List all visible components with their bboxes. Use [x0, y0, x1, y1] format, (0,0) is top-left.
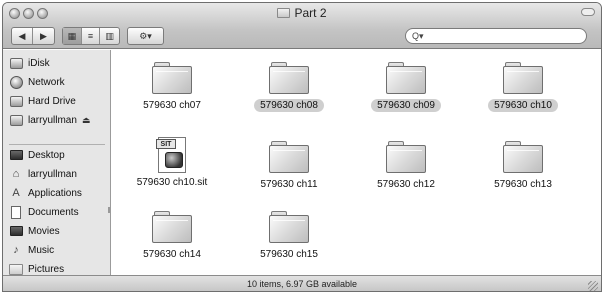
sidebar-item-idisk[interactable]: iDisk — [9, 54, 107, 72]
folder-icon — [386, 141, 426, 173]
view-mode-group: ▦ ≡ ▥ — [62, 27, 120, 45]
item-label: 579630 ch13 — [494, 179, 552, 190]
sidebar-item-movies[interactable]: Movies — [9, 222, 107, 240]
column-view-button[interactable]: ▥ — [100, 28, 119, 44]
gear-icon: ⚙▾ — [139, 30, 152, 41]
folder-item[interactable]: 579630 ch09 — [350, 62, 462, 112]
item-label: 579630 ch12 — [377, 179, 435, 190]
sidebar-resize-handle[interactable] — [108, 207, 110, 213]
folder-item[interactable]: 579630 ch15 — [233, 211, 345, 261]
folder-icon — [269, 211, 309, 243]
archive-badge: SIT — [156, 139, 176, 149]
sidebar-item-hard-drive[interactable]: Hard Drive — [9, 92, 107, 110]
eject-icon[interactable]: ⏏ — [82, 115, 91, 126]
forward-button[interactable]: ▶ — [33, 28, 54, 44]
sidebar-item-label: Movies — [28, 225, 60, 237]
icon-view-button[interactable]: ▦ — [63, 28, 82, 44]
desktop-icon — [9, 149, 23, 162]
resize-grip-icon[interactable] — [588, 281, 598, 291]
applications-icon: A — [12, 187, 20, 199]
file-icon-grid: 579630 ch07 579630 ch08 579630 ch09 5796… — [112, 50, 601, 275]
folder-item[interactable]: 579630 ch14 — [116, 211, 228, 261]
window-title: Part 2 — [294, 6, 327, 20]
sidebar-item-label: Pictures — [28, 263, 65, 275]
sidebar-item-applications[interactable]: A Applications — [9, 184, 107, 202]
sidebar-item-label: Network — [28, 76, 65, 88]
list-view-button[interactable]: ≡ — [82, 28, 101, 44]
sidebar-divider — [9, 144, 105, 145]
sidebar-item-music[interactable]: ♪ Music — [9, 241, 107, 259]
item-label: 579630 ch10.sit — [136, 177, 208, 188]
sidebar-item-label: larryullman — [28, 168, 77, 180]
back-arrow-icon: ◀ — [18, 30, 26, 41]
item-label: 579630 ch15 — [260, 249, 318, 260]
list-view-icon: ≡ — [87, 31, 94, 41]
toolbar-toggle-button[interactable] — [581, 8, 595, 16]
item-label: 579630 ch07 — [143, 100, 201, 111]
item-label: 579630 ch14 — [143, 249, 201, 260]
item-label: 579630 ch11 — [260, 179, 318, 190]
hard-drive-icon — [9, 95, 23, 108]
sidebar-item-larryullman-disk[interactable]: larryullman ⏏ — [9, 111, 107, 129]
sidebar-item-home[interactable]: ⌂ larryullman — [9, 165, 107, 183]
sidebar-item-label: Desktop — [28, 149, 65, 161]
status-bar: 10 items, 6.97 GB available — [3, 275, 601, 291]
item-label: 579630 ch08 — [254, 99, 324, 112]
pictures-icon — [9, 263, 23, 276]
folder-item[interactable]: 579630 ch12 — [350, 141, 462, 191]
sidebar-item-label: Documents — [28, 206, 79, 218]
action-menu-group: ⚙▾ — [127, 27, 164, 45]
network-icon — [9, 75, 23, 89]
item-label: 579630 ch10 — [488, 99, 558, 112]
column-view-icon: ▥ — [105, 30, 114, 41]
sidebar-item-desktop[interactable]: Desktop — [9, 146, 107, 164]
action-menu-button[interactable]: ⚙▾ — [128, 28, 163, 44]
stuffit-archive-icon: SIT — [156, 137, 188, 173]
sidebar-item-documents[interactable]: Documents — [9, 203, 107, 221]
documents-icon — [9, 205, 23, 219]
folder-item[interactable]: 579630 ch07 — [116, 62, 228, 112]
idisk-icon — [9, 57, 23, 70]
folder-item[interactable]: 579630 ch10 — [467, 62, 579, 112]
folder-icon — [152, 211, 192, 243]
search-field[interactable]: Q▾ — [405, 28, 587, 44]
movies-icon — [9, 225, 23, 238]
folder-icon — [277, 8, 291, 18]
folder-icon — [152, 62, 192, 94]
folder-icon — [503, 141, 543, 173]
finder-window: Part 2 ◀ ▶ ▦ ≡ ▥ ⚙▾ Q▾ iDisk Network Har… — [2, 2, 602, 292]
sidebar-item-label: larryullman — [28, 114, 77, 126]
home-icon: ⌂ — [12, 168, 20, 180]
title-bar[interactable]: Part 2 ◀ ▶ ▦ ≡ ▥ ⚙▾ Q▾ — [3, 3, 601, 49]
sidebar: iDisk Network Hard Drive larryullman ⏏ D… — [3, 50, 111, 275]
search-icon: Q▾ — [412, 30, 424, 41]
music-icon: ♪ — [13, 244, 19, 256]
user-disk-icon — [9, 114, 23, 127]
sidebar-item-label: Hard Drive — [28, 95, 76, 107]
sidebar-item-label: Music — [28, 244, 55, 256]
status-text: 10 items, 6.97 GB available — [246, 279, 358, 289]
folder-icon — [503, 62, 543, 94]
sidebar-item-label: iDisk — [28, 57, 50, 69]
search-input[interactable] — [423, 31, 586, 41]
sidebar-item-network[interactable]: Network — [9, 73, 107, 91]
folder-icon — [386, 62, 426, 94]
item-label: 579630 ch09 — [371, 99, 441, 112]
folder-item[interactable]: 579630 ch11 — [233, 141, 345, 191]
back-button[interactable]: ◀ — [12, 28, 33, 44]
sidebar-item-label: Applications — [28, 187, 82, 199]
folder-item[interactable]: 579630 ch08 — [233, 62, 345, 112]
folder-icon — [269, 141, 309, 173]
forward-arrow-icon: ▶ — [40, 30, 47, 41]
archive-item[interactable]: SIT 579630 ch10.sit — [116, 137, 228, 189]
window-title-area: Part 2 — [3, 6, 601, 20]
folder-item[interactable]: 579630 ch13 — [467, 141, 579, 191]
folder-icon — [269, 62, 309, 94]
back-forward-group: ◀ ▶ — [11, 27, 55, 45]
icon-view-icon: ▦ — [67, 30, 77, 41]
